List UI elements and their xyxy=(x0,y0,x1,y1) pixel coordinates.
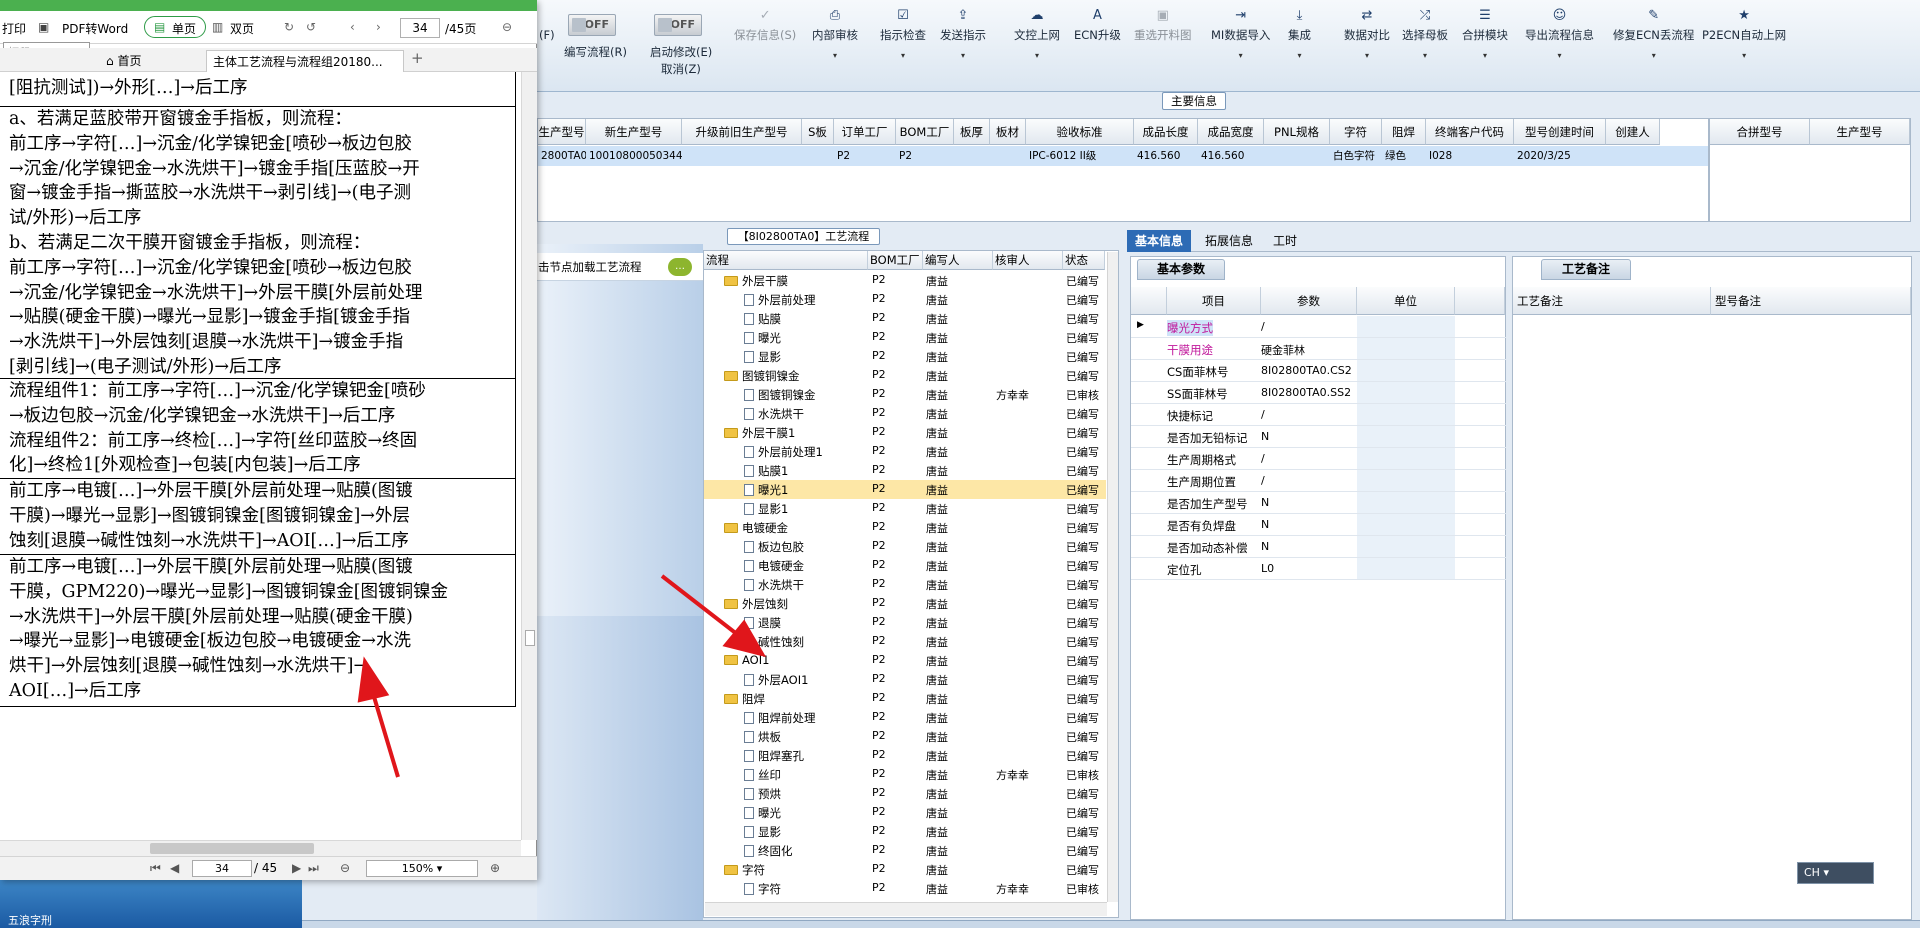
annotation-arrow-right-line xyxy=(660,574,744,640)
annotation-arrows xyxy=(357,574,767,778)
annotation-arrow-up-head xyxy=(357,656,390,703)
annotation-arrow-up-line xyxy=(370,689,400,778)
